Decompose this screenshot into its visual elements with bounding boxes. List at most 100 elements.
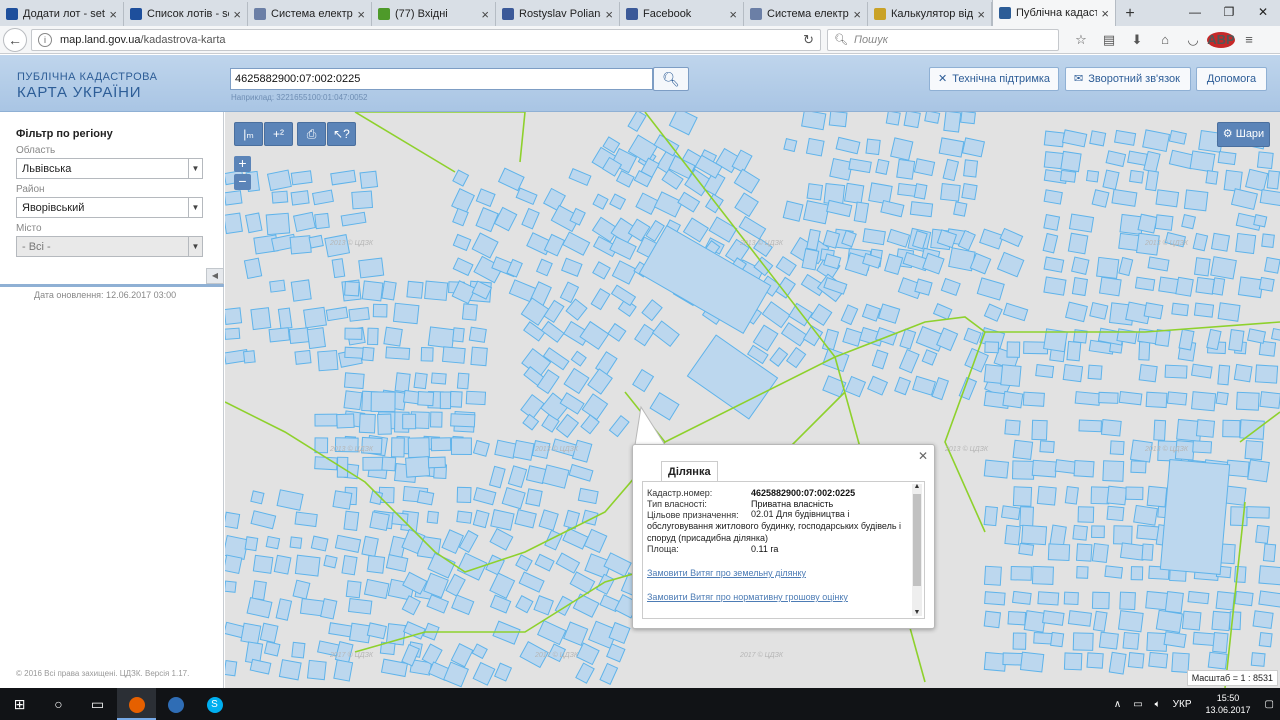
land-parcel[interactable] xyxy=(358,413,376,434)
notifications-icon[interactable]: ▢ xyxy=(1265,699,1274,710)
land-parcel[interactable] xyxy=(332,490,353,510)
land-parcel[interactable] xyxy=(1114,129,1137,146)
land-parcel[interactable] xyxy=(884,253,904,276)
land-parcel[interactable] xyxy=(518,571,545,593)
land-parcel[interactable] xyxy=(885,112,901,126)
land-parcel[interactable] xyxy=(563,621,589,647)
site-info-icon[interactable]: i xyxy=(38,32,52,47)
land-parcel[interactable] xyxy=(225,580,237,593)
land-parcel[interactable] xyxy=(1181,214,1196,230)
land-parcel[interactable] xyxy=(1239,419,1265,440)
land-parcel[interactable] xyxy=(592,193,609,210)
land-parcel[interactable] xyxy=(291,641,306,659)
land-parcel[interactable] xyxy=(525,488,543,507)
land-parcel[interactable] xyxy=(381,456,397,472)
land-parcel[interactable] xyxy=(572,593,600,618)
land-parcel[interactable] xyxy=(1142,129,1171,152)
land-parcel[interactable] xyxy=(840,304,859,326)
land-parcel[interactable] xyxy=(1119,542,1146,561)
land-parcel[interactable] xyxy=(1215,391,1229,406)
land-parcel[interactable] xyxy=(1071,277,1089,297)
land-parcel[interactable] xyxy=(1187,590,1210,605)
land-parcel[interactable] xyxy=(1113,525,1133,545)
land-parcel[interactable] xyxy=(560,257,583,277)
land-parcel[interactable] xyxy=(632,368,655,393)
windows-start-icon[interactable]: ⊞ xyxy=(0,688,39,720)
land-parcel[interactable] xyxy=(1098,631,1119,650)
land-parcel[interactable] xyxy=(289,536,303,549)
land-parcel[interactable] xyxy=(1193,257,1211,277)
land-parcel[interactable] xyxy=(1137,213,1158,234)
land-parcel[interactable] xyxy=(520,394,545,420)
land-parcel[interactable] xyxy=(263,641,281,657)
land-parcel[interactable] xyxy=(1235,391,1260,411)
land-parcel[interactable] xyxy=(1074,391,1101,406)
land-parcel[interactable] xyxy=(1090,486,1110,505)
land-parcel[interactable] xyxy=(310,535,329,552)
land-parcel[interactable] xyxy=(1210,256,1237,280)
land-parcel[interactable] xyxy=(1125,486,1144,501)
close-tab-icon[interactable]: × xyxy=(109,7,117,22)
land-parcel[interactable] xyxy=(1073,459,1095,478)
land-parcel[interactable] xyxy=(1246,328,1267,344)
close-tab-icon[interactable]: × xyxy=(233,7,241,22)
land-parcel[interactable] xyxy=(1192,232,1209,252)
land-parcel[interactable] xyxy=(1258,631,1273,648)
land-parcel[interactable] xyxy=(259,622,279,644)
land-parcel[interactable] xyxy=(317,349,339,372)
land-parcel[interactable] xyxy=(1062,363,1084,383)
land-parcel[interactable] xyxy=(366,622,387,640)
land-parcel[interactable] xyxy=(554,595,573,617)
land-parcel[interactable] xyxy=(345,580,362,599)
land-parcel[interactable] xyxy=(1210,232,1231,252)
land-parcel[interactable] xyxy=(1035,364,1055,379)
land-parcel[interactable] xyxy=(953,201,968,217)
land-parcel[interactable] xyxy=(1091,525,1105,539)
land-parcel[interactable] xyxy=(449,390,463,408)
feedback-button[interactable]: ✉ Зворотний зв'язок xyxy=(1065,67,1191,91)
land-parcel[interactable] xyxy=(976,277,1005,301)
land-parcel[interactable] xyxy=(1183,189,1209,212)
bookmark-star-icon[interactable]: ☆ xyxy=(1067,32,1095,48)
land-parcel[interactable] xyxy=(450,413,476,428)
land-parcel[interactable] xyxy=(538,509,559,532)
land-parcel[interactable] xyxy=(733,168,761,194)
land-parcel[interactable] xyxy=(245,212,263,234)
land-parcel[interactable] xyxy=(429,411,443,428)
land-parcel[interactable] xyxy=(615,170,635,188)
land-parcel[interactable] xyxy=(1233,363,1253,383)
land-parcel[interactable] xyxy=(452,233,472,252)
reading-list-icon[interactable]: ▤ xyxy=(1095,32,1123,48)
land-parcel[interactable] xyxy=(407,437,430,459)
land-parcel[interactable] xyxy=(1264,256,1280,274)
land-parcel[interactable] xyxy=(456,510,473,524)
land-parcel[interactable] xyxy=(1098,391,1119,404)
land-parcel[interactable] xyxy=(587,368,613,395)
land-parcel[interactable] xyxy=(555,413,580,438)
adblock-icon[interactable]: ABP xyxy=(1207,31,1235,48)
land-parcel[interactable] xyxy=(533,595,554,616)
land-parcel[interactable] xyxy=(271,190,289,204)
land-parcel[interactable] xyxy=(924,112,941,124)
land-parcel[interactable] xyxy=(390,437,405,458)
land-parcel[interactable] xyxy=(308,234,324,249)
land-parcel[interactable] xyxy=(1138,341,1151,361)
land-parcel[interactable] xyxy=(983,610,1002,629)
land-parcel[interactable] xyxy=(366,555,386,574)
land-parcel[interactable] xyxy=(452,327,465,343)
land-parcel[interactable] xyxy=(761,301,791,329)
land-parcel[interactable] xyxy=(1190,391,1217,412)
land-parcel[interactable] xyxy=(1228,329,1245,352)
land-parcel[interactable] xyxy=(1085,169,1100,183)
land-parcel[interactable] xyxy=(1211,277,1226,296)
land-parcel[interactable] xyxy=(903,112,921,129)
land-parcel[interactable] xyxy=(1037,591,1060,606)
land-parcel[interactable] xyxy=(1222,419,1241,438)
land-parcel[interactable] xyxy=(1262,543,1277,563)
land-parcel[interactable] xyxy=(983,565,1002,586)
land-parcel[interactable] xyxy=(278,659,302,681)
land-parcel[interactable] xyxy=(493,662,513,682)
land-parcel[interactable] xyxy=(1171,302,1189,317)
firefox-icon[interactable] xyxy=(117,688,156,720)
land-parcel[interactable] xyxy=(785,346,807,369)
